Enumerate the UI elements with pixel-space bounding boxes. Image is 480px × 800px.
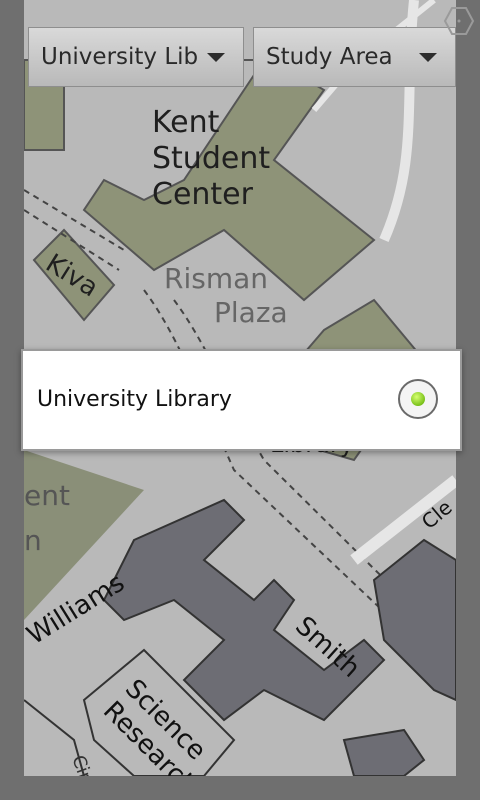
map-label-kent: Kent	[152, 105, 220, 140]
radio-dot	[411, 392, 425, 406]
chevron-down-icon	[419, 52, 437, 62]
popup-option-label[interactable]: University Library	[37, 387, 232, 412]
chevron-down-icon	[207, 52, 225, 62]
building-selection-popup: University Library	[21, 349, 462, 451]
building-spinner[interactable]: University Library	[28, 27, 244, 87]
screen-frame: Kent Student Center Kiva Risman Plaza Li…	[0, 0, 480, 800]
category-spinner[interactable]: Study Area	[253, 27, 456, 87]
map-label-center: Center	[152, 177, 254, 212]
map-label-plaza: Plaza	[214, 296, 288, 329]
category-spinner-value: Study Area	[266, 44, 393, 70]
radio-selected-icon[interactable]	[398, 379, 438, 419]
building-spinner-value: University Library	[41, 44, 197, 70]
map-label-n-partial: n	[24, 524, 42, 557]
map-label-ent-partial: ent	[24, 479, 70, 512]
map-label-student: Student	[152, 141, 270, 176]
hexagon-icon[interactable]	[443, 5, 475, 37]
map-label-risman: Risman	[164, 262, 268, 295]
